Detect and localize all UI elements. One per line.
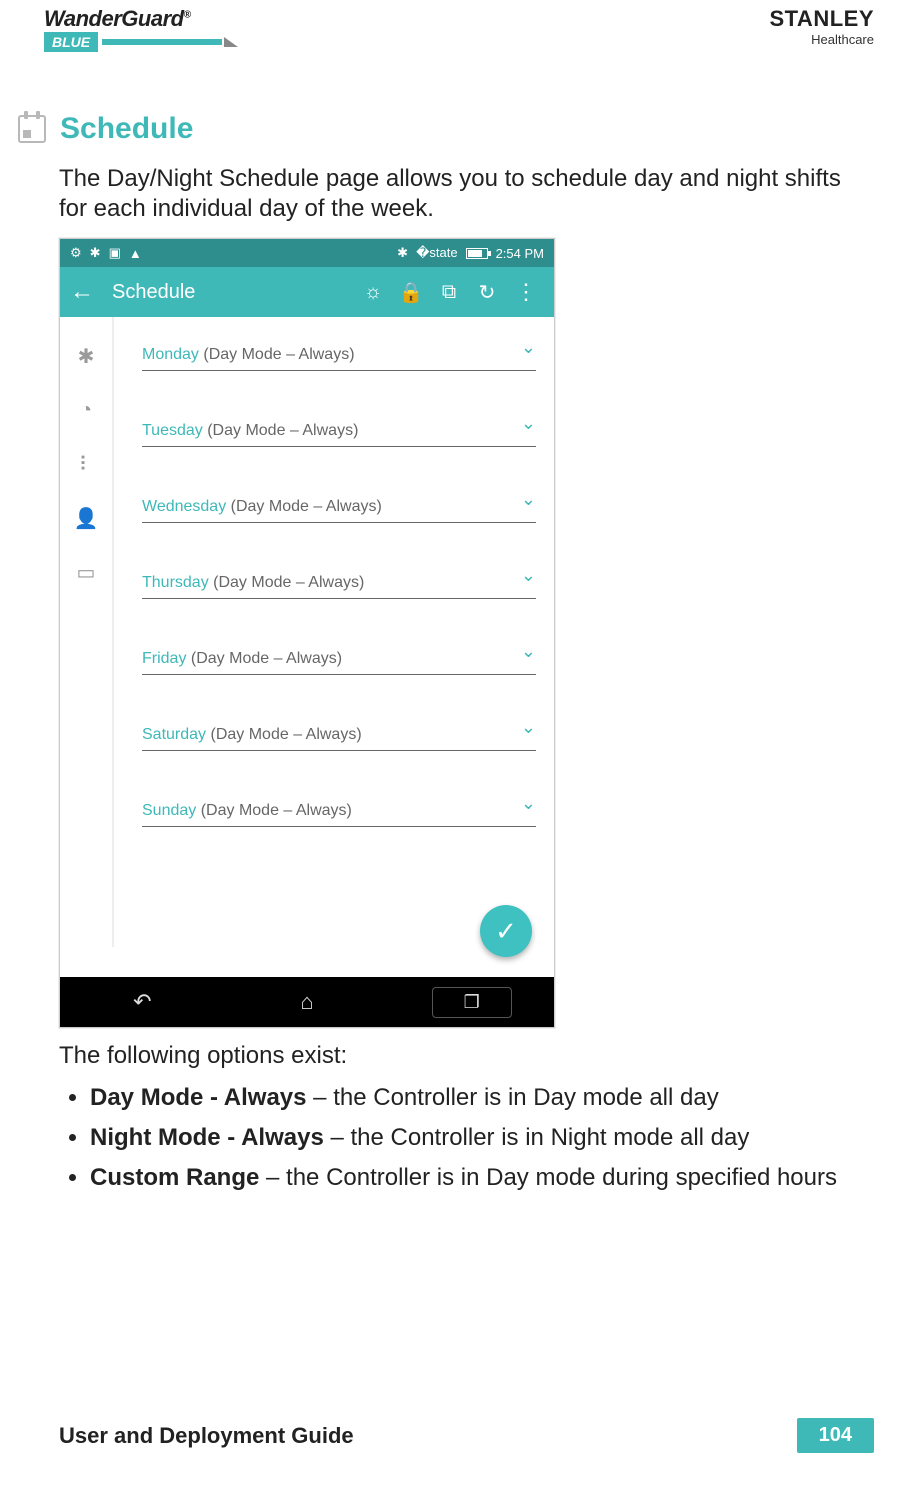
- stanley-logo: STANLEY Healthcare: [769, 6, 874, 47]
- option-rest: – the Controller is in Day mode all day: [307, 1084, 719, 1111]
- globe-icon: ⚙: [70, 245, 82, 261]
- schedule-row[interactable]: Thursday (Day Mode – Always) ⌄: [142, 571, 536, 599]
- wanderguard-logo: WanderGuard® BLUE: [44, 6, 238, 52]
- overflow-menu-icon[interactable]: ⋮: [506, 279, 544, 305]
- day-label: Monday: [142, 346, 199, 363]
- confirm-fab[interactable]: ✓: [480, 905, 532, 957]
- crop-icon[interactable]: ⧉: [430, 281, 468, 304]
- chevron-down-icon[interactable]: ⌄: [521, 641, 536, 662]
- app-bar: ← Schedule ☼ 🔒 ⧉ ↻ ⋮: [60, 267, 554, 317]
- android-home-icon[interactable]: ⌂: [267, 989, 347, 1015]
- stanley-text: STANLEY: [769, 6, 874, 32]
- option-item: Custom Range – the Controller is in Day …: [90, 1160, 874, 1196]
- person-icon[interactable]: 👤: [75, 507, 97, 529]
- option-bold: Night Mode - Always: [90, 1124, 324, 1151]
- day-label: Tuesday: [142, 422, 203, 439]
- mode-label: (Day Mode – Always): [206, 726, 362, 743]
- page-number: 104: [797, 1418, 874, 1453]
- day-label: Wednesday: [142, 498, 226, 515]
- logo-sub-row: BLUE: [44, 32, 238, 52]
- section-heading: Schedule: [18, 112, 918, 146]
- refresh-icon[interactable]: ↻: [468, 280, 506, 305]
- mode-label: (Day Mode – Always): [226, 498, 382, 515]
- node-icon[interactable]: ⠇: [75, 453, 97, 475]
- schedule-row[interactable]: Tuesday (Day Mode – Always) ⌄: [142, 419, 536, 447]
- options-heading: The following options exist:: [59, 1042, 918, 1070]
- mode-label: (Day Mode – Always): [186, 650, 342, 667]
- schedule-row[interactable]: Saturday (Day Mode – Always) ⌄: [142, 723, 536, 751]
- schedule-list: Monday (Day Mode – Always) ⌄ Tuesday (Da…: [114, 317, 554, 947]
- calendar-rail-icon[interactable]: ▭: [75, 561, 97, 583]
- logo-arrow: [224, 37, 238, 47]
- logo-text: WanderGuard®: [44, 6, 238, 32]
- footer-guide: User and Deployment Guide: [59, 1423, 354, 1449]
- mode-label: (Day Mode – Always): [199, 346, 355, 363]
- option-rest: – the Controller is in Night mode all da…: [324, 1124, 750, 1151]
- logo-main: WanderGuard: [44, 6, 184, 31]
- logo-stripe: [102, 39, 222, 45]
- schedule-row[interactable]: Friday (Day Mode – Always) ⌄: [142, 647, 536, 675]
- app-body: ✱ ◔ ⠇ 👤 ▭ Monday (Day Mode – Always) ⌄ T…: [60, 317, 554, 947]
- intro-paragraph: The Day/Night Schedule page allows you t…: [59, 164, 874, 224]
- option-bold: Day Mode - Always: [90, 1084, 307, 1111]
- statusbar-right: ✱ �state 2:54 PM: [397, 245, 544, 261]
- schedule-row[interactable]: Sunday (Day Mode – Always) ⌄: [142, 799, 536, 827]
- status-bar: ⚙ ✱ ▣ ▲ ✱ �state 2:54 PM: [60, 239, 554, 267]
- chevron-down-icon[interactable]: ⌄: [521, 793, 536, 814]
- option-rest: – the Controller is in Day mode during s…: [259, 1164, 837, 1191]
- mode-label: (Day Mode – Always): [209, 574, 365, 591]
- page-footer: User and Deployment Guide 104: [0, 1418, 918, 1453]
- day-label: Thursday: [142, 574, 209, 591]
- chevron-down-icon[interactable]: ⌄: [521, 717, 536, 738]
- logo-sub: BLUE: [44, 32, 98, 52]
- android-recent-icon[interactable]: ❐: [432, 987, 512, 1018]
- schedule-row[interactable]: Monday (Day Mode – Always) ⌄: [142, 343, 536, 371]
- day-label: Sunday: [142, 802, 196, 819]
- chevron-down-icon[interactable]: ⌄: [521, 565, 536, 586]
- warning-icon: ▲: [129, 246, 142, 261]
- option-item: Night Mode - Always – the Controller is …: [90, 1120, 874, 1156]
- option-item: Day Mode - Always – the Controller is in…: [90, 1080, 874, 1116]
- chevron-down-icon[interactable]: ⌄: [521, 337, 536, 358]
- options-list: Day Mode - Always – the Controller is in…: [90, 1080, 874, 1196]
- back-arrow-icon[interactable]: ←: [70, 278, 94, 306]
- day-label: Saturday: [142, 726, 206, 743]
- option-bold: Custom Range: [90, 1164, 259, 1191]
- statusbar-time: 2:54 PM: [496, 246, 544, 261]
- mode-label: (Day Mode – Always): [203, 422, 359, 439]
- device-screenshot: ⚙ ✱ ▣ ▲ ✱ �state 2:54 PM ← Schedule ☼ 🔒 …: [59, 238, 555, 1028]
- appbar-title: Schedule: [112, 281, 354, 304]
- schedule-row[interactable]: Wednesday (Day Mode – Always) ⌄: [142, 495, 536, 523]
- statusbar-left: ⚙ ✱ ▣ ▲: [70, 245, 142, 261]
- lock-icon[interactable]: 🔒: [392, 280, 430, 305]
- stanley-sub: Healthcare: [769, 32, 874, 47]
- registered-mark: ®: [184, 10, 191, 21]
- brightness-icon[interactable]: ☼: [354, 281, 392, 304]
- bluetooth-icon: ✱: [397, 245, 408, 261]
- gear-icon[interactable]: ✱: [75, 345, 97, 367]
- wifi-icon: �state: [416, 245, 458, 261]
- clock-icon[interactable]: ◔: [75, 399, 97, 421]
- android-navbar: ↶ ⌂ ❐: [60, 977, 554, 1027]
- image-icon: ▣: [109, 245, 121, 261]
- day-label: Friday: [142, 650, 186, 667]
- android-back-icon[interactable]: ↶: [102, 989, 182, 1015]
- page-header: WanderGuard® BLUE STANLEY Healthcare: [0, 0, 918, 48]
- mode-label: (Day Mode – Always): [196, 802, 352, 819]
- battery-icon: [466, 248, 488, 259]
- section-title: Schedule: [60, 112, 193, 146]
- chevron-down-icon[interactable]: ⌄: [521, 489, 536, 510]
- chevron-down-icon[interactable]: ⌄: [521, 413, 536, 434]
- nav-rail: ✱ ◔ ⠇ 👤 ▭: [60, 317, 114, 947]
- bluetooth-icon: ✱: [90, 245, 101, 261]
- check-icon: ✓: [495, 916, 517, 947]
- calendar-icon: [18, 115, 46, 143]
